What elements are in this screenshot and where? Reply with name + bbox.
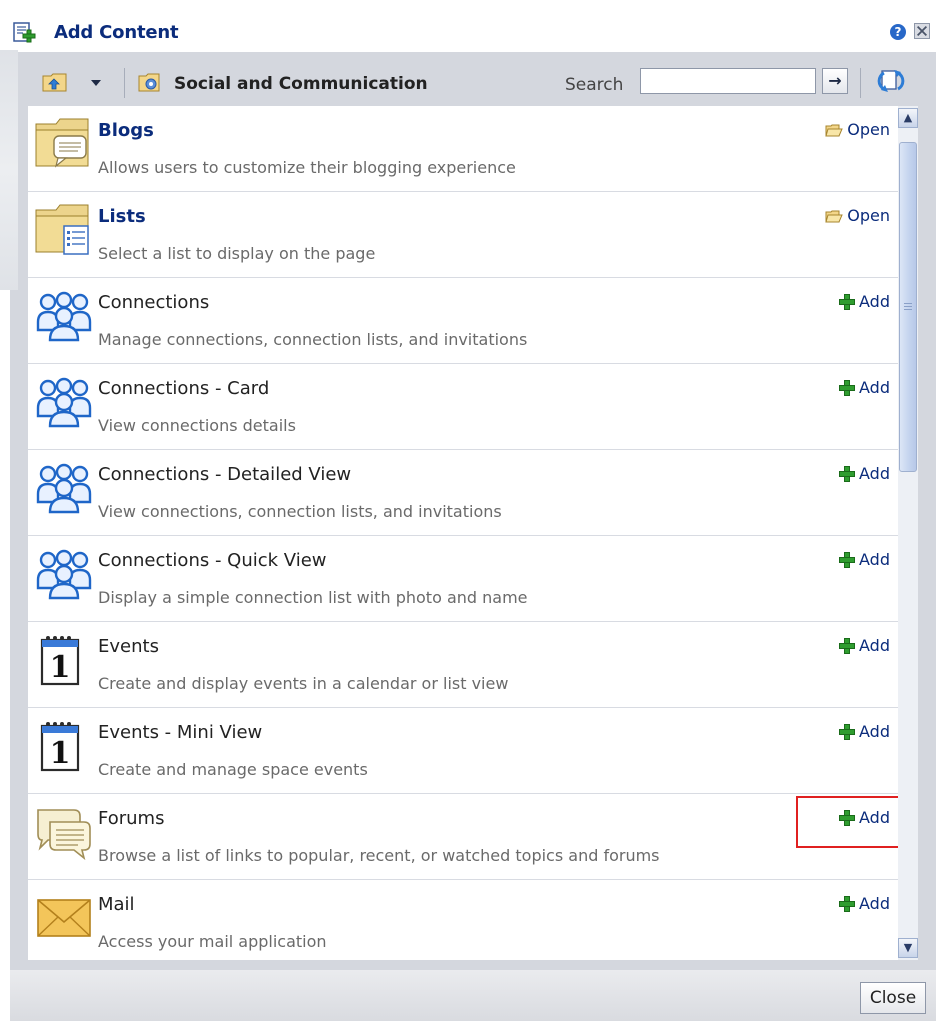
svg-text:1: 1 [50,736,71,771]
chevron-down-icon[interactable] [88,72,104,92]
action-label: Add [859,292,890,311]
svg-text:1: 1 [50,650,71,685]
plus-icon [839,551,856,568]
item-name: Connections - Card [98,378,270,399]
category-folder-icon [138,73,160,92]
calendar-icon: 1 [34,718,94,774]
add-link[interactable]: Add [839,894,890,913]
calendar-icon: 1 [34,632,94,688]
search-go-button[interactable]: → [822,68,848,94]
plus-icon [839,723,856,740]
item-name[interactable]: Lists [98,206,146,227]
list-item[interactable]: 1 Events - Mini View Create and manage spa… [28,708,898,794]
open-folder-icon [825,123,844,137]
people-icon [34,546,94,602]
toolbar-separator [124,68,125,98]
item-description: Display a simple connection list with ph… [98,588,528,607]
action-label: Open [847,206,890,225]
open-link[interactable]: Open [825,120,890,139]
plus-icon [839,379,856,396]
item-description: Select a list to display on the page [98,244,376,263]
refresh-icon[interactable] [876,66,906,96]
item-description: Create and manage space events [98,760,368,779]
help-icon[interactable]: ? [890,24,906,40]
list-item[interactable]: Connections - Detailed View View connecti… [28,450,898,536]
add-link[interactable]: Add [839,378,890,397]
item-name: Events [98,636,159,657]
plus-icon [839,895,856,912]
search-input[interactable] [640,68,816,94]
list-item[interactable]: 1 Events Create and display events in a ca… [28,622,898,708]
item-name: Forums [98,808,165,829]
plus-icon [839,465,856,482]
item-name: Events - Mini View [98,722,263,743]
add-link[interactable]: Add [839,292,890,311]
item-description: View connections details [98,416,296,435]
dialog-title: Add Content [54,22,179,43]
folder-list-icon [34,202,94,258]
people-icon [34,460,94,516]
folder-up-icon[interactable] [42,71,68,93]
open-folder-icon [825,209,844,223]
close-icon[interactable] [914,23,930,39]
dialog-titlebar: Add Content ? [10,8,936,52]
highlight-box [796,796,904,848]
add-link[interactable]: Add [839,636,890,655]
list-scrollbar[interactable]: ▲ ▼ [898,106,918,960]
item-description: Browse a list of links to popular, recen… [98,846,660,865]
item-description: Manage connections, connection lists, an… [98,330,528,349]
item-description: View connections, connection lists, and … [98,502,502,521]
close-button[interactable]: Close [860,982,926,1014]
folder-blog-icon [34,116,94,172]
action-label: Add [859,464,890,483]
item-description: Create and display events in a calendar … [98,674,509,693]
item-description: Allows users to customize their blogging… [98,158,516,177]
toolbar-separator [860,68,861,98]
people-icon [34,288,94,344]
list-item[interactable]: Forums Browse a list of links to popular,… [28,794,904,880]
category-name[interactable]: Social and Communication [174,74,428,94]
action-label: Add [859,636,890,655]
list-item[interactable]: Connections - Card View connections detai… [28,364,898,450]
add-content-icon [13,22,36,43]
item-name[interactable]: Blogs [98,120,154,141]
plus-icon [839,293,856,310]
add-link[interactable]: Add [839,464,890,483]
list-item[interactable]: Blogs Allows users to customize their blo… [28,106,898,192]
add-link[interactable]: Add [839,722,890,741]
action-label: Add [859,722,890,741]
scroll-grip-icon [904,303,912,311]
people-icon [34,374,94,430]
action-label: Add [859,894,890,913]
frame-shade [0,50,18,290]
item-name: Mail [98,894,135,915]
add-content-dialog: Add Content ? Social and Communication S… [0,0,936,1021]
item-description: Access your mail application [98,932,327,951]
scroll-up-button[interactable]: ▲ [898,108,918,128]
content-list: Blogs Allows users to customize their blo… [28,106,918,960]
plus-icon [839,637,856,654]
list-item[interactable]: Lists Select a list to display on the pag… [28,192,898,278]
item-name: Connections - Detailed View [98,464,352,485]
open-link[interactable]: Open [825,206,890,225]
forum-icon [34,804,94,861]
item-name: Connections - Quick View [98,550,327,571]
action-label: Add [859,550,890,569]
list-item[interactable]: Mail Access your mail application Add [28,880,898,960]
scroll-down-button[interactable]: ▼ [898,938,918,958]
scroll-thumb[interactable] [899,142,917,472]
list-item[interactable]: Connections - Quick View Display a simple… [28,536,898,622]
item-name: Connections [98,292,210,313]
action-label: Add [859,378,890,397]
dialog-footer: Close [10,970,936,1021]
add-link[interactable]: Add [839,550,890,569]
list-item[interactable]: Connections Manage connections, connectio… [28,278,898,364]
search-label: Search [565,75,624,95]
mail-icon [34,890,94,946]
action-label: Open [847,120,890,139]
content-toolbar: Social and Communication Search → [28,62,918,106]
